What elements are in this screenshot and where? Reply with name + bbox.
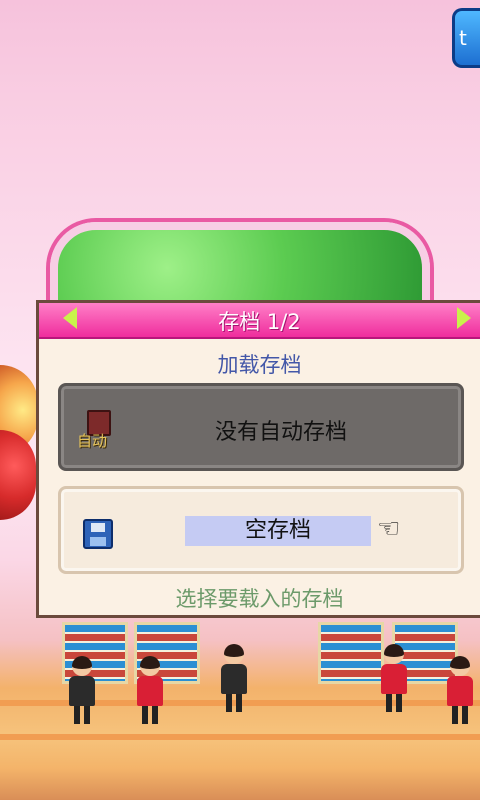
- auto-save-icon: 自动: [77, 410, 125, 454]
- slot-label: 空存档: [185, 516, 371, 546]
- student-character: [134, 656, 164, 724]
- share-icon[interactable]: t: [452, 8, 480, 68]
- bookshelf: [318, 622, 384, 684]
- hint-text: 选择要载入的存档: [175, 587, 344, 611]
- auto-save-slot[interactable]: 自动 没有自动存档: [58, 383, 464, 471]
- student-character: [218, 644, 248, 712]
- school-hall-scene: [0, 614, 480, 800]
- side-flower-decoration: [0, 430, 36, 520]
- student-character: [66, 656, 96, 724]
- right-arrow-icon[interactable]: [457, 307, 471, 329]
- student-character: [378, 644, 408, 712]
- slot-label: 没有自动存档: [214, 420, 347, 445]
- floor-stripe: [0, 734, 480, 740]
- page-indicator: 存档 1/2: [218, 310, 301, 334]
- save-slot-1[interactable]: 空存档 ☜: [58, 486, 464, 574]
- pointing-hand-icon: ☜: [377, 514, 401, 544]
- load-save-dialog: 存档 1/2 加载存档 自动 没有自动存档 空存档 ☜ 选择要载入的存档: [36, 300, 480, 618]
- dialog-header: 存档 1/2: [39, 303, 480, 339]
- save-disk-icon: [83, 519, 113, 549]
- section-title: 加载存档: [217, 353, 302, 377]
- student-character: [444, 656, 474, 724]
